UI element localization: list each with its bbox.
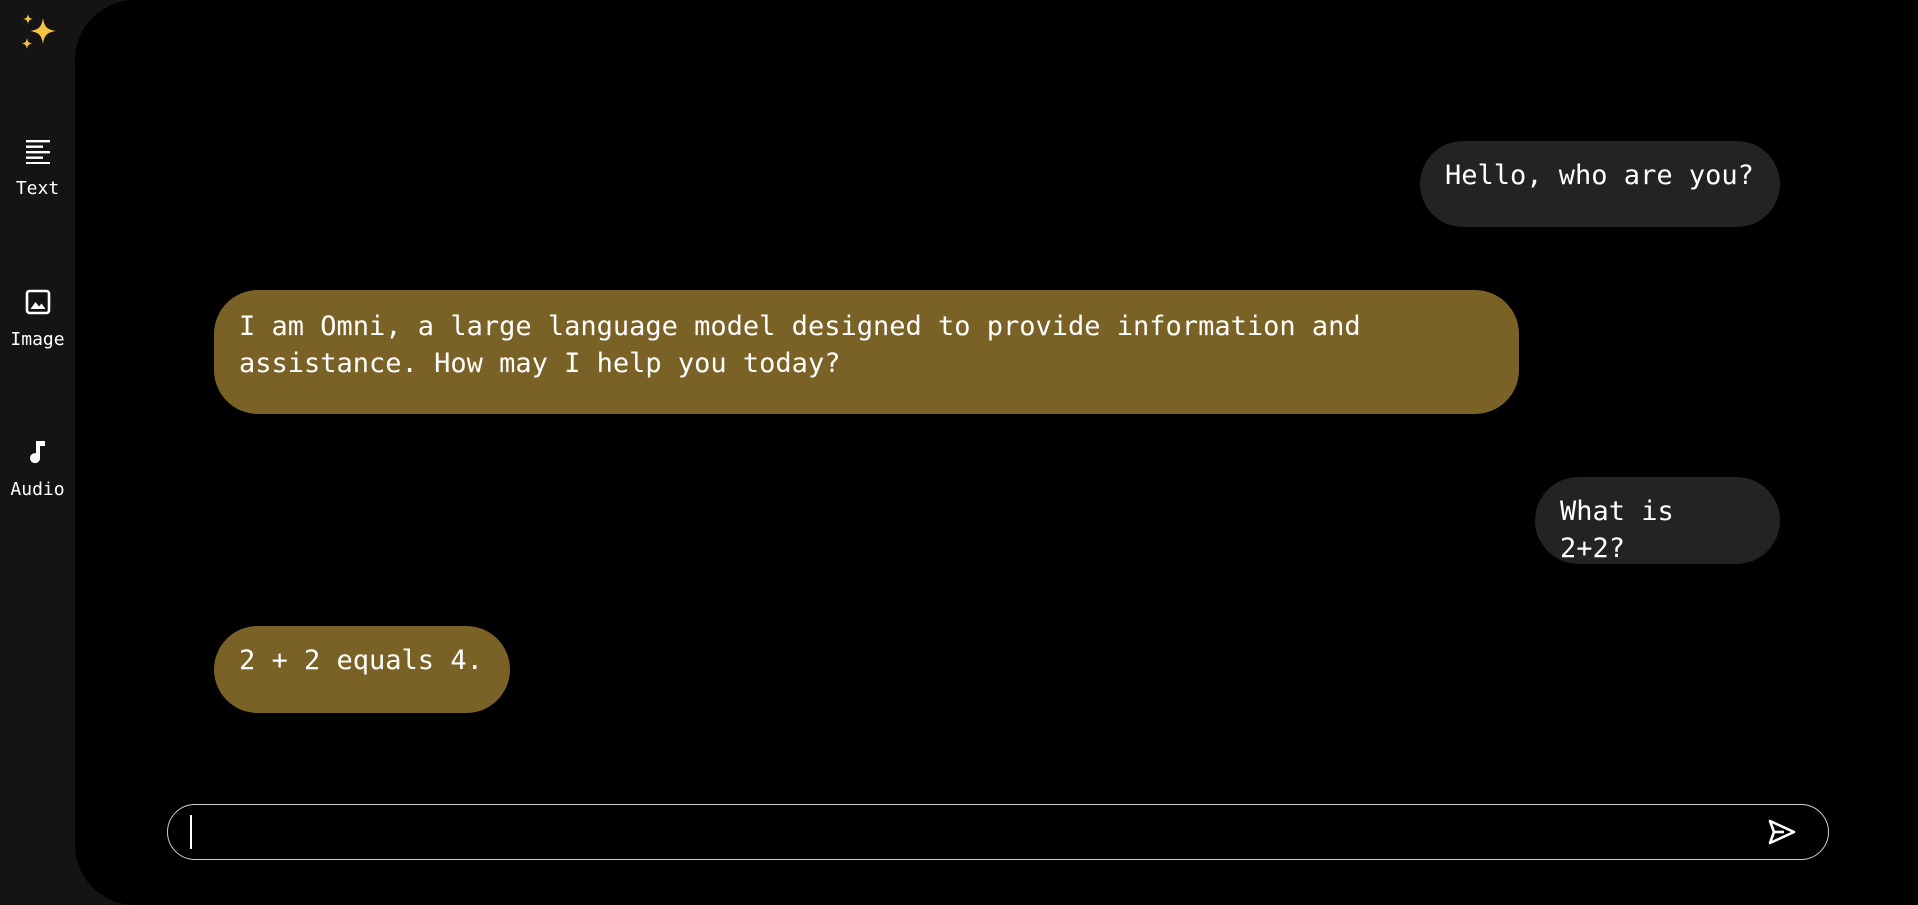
message-composer [167,804,1829,860]
text-lines-icon [25,138,51,164]
sidebar-item-text[interactable]: Text [0,138,75,199]
send-icon [1768,819,1796,845]
assistant-message: I am Omni, a large language model design… [214,290,1519,414]
send-button[interactable] [1766,817,1798,847]
assistant-message: 2 + 2 equals 4. [214,626,510,713]
sidebar-item-label: Text [15,178,60,199]
user-message: Hello, who are you? [1420,141,1780,227]
sparkles-icon [16,10,62,56]
music-note-icon [25,439,51,465]
chat-panel: Hello, who are you? I am Omni, a large l… [75,0,1918,905]
sidebar-item-image[interactable]: Image [0,289,75,350]
user-message: What is 2+2? [1535,477,1780,564]
message-input[interactable] [190,811,1734,855]
app-window: Text Image Audio Hello, who are you? I a… [0,0,1918,905]
sidebar-item-audio[interactable]: Audio [0,439,75,500]
sidebar-item-label: Audio [10,479,65,500]
sidebar: Text Image Audio [0,0,75,905]
image-icon [25,289,51,315]
sidebar-item-label: Image [10,329,65,350]
